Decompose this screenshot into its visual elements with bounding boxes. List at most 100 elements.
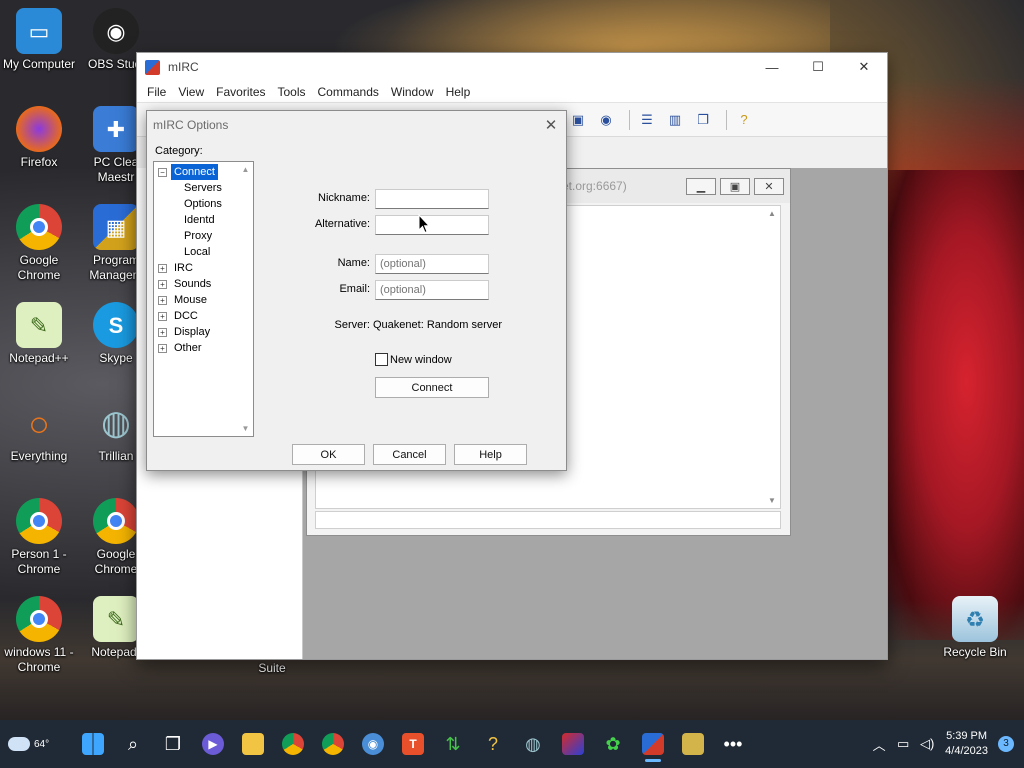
expand-icon[interactable]: + <box>158 344 167 353</box>
scroll-up-arrow-icon[interactable]: ▲ <box>768 209 776 218</box>
close-button[interactable]: ✕ <box>841 53 887 81</box>
tree-item-label: Mouse <box>174 294 208 306</box>
nickname-field[interactable] <box>375 189 489 209</box>
url-list-icon[interactable]: ◉ <box>595 109 617 131</box>
menu-tools[interactable]: Tools <box>272 85 312 99</box>
collapse-icon[interactable]: − <box>158 168 167 177</box>
dialog-titlebar[interactable]: mIRC Options ✕ <box>147 111 566 139</box>
tree-item-label: Other <box>174 342 202 354</box>
desktop-icon-notepadpp[interactable]: ✎ Notepad++ <box>0 302 78 366</box>
new-window-checkbox[interactable] <box>375 353 388 366</box>
notification-badge[interactable]: 3 <box>998 736 1014 752</box>
mirc-app-icon <box>145 59 160 75</box>
mirc-menubar: File View Favorites Tools Commands Windo… <box>137 81 887 103</box>
volume-icon[interactable]: ◁) <box>915 736 939 752</box>
desktop-icon-my-computer[interactable]: ▭ My Computer <box>0 8 78 72</box>
mirc-titlebar[interactable]: mIRC — ☐ ✕ <box>137 53 887 81</box>
desktop-icon-label: My Computer <box>2 57 76 71</box>
menu-window[interactable]: Window <box>385 85 440 99</box>
taskbar-app-paint[interactable] <box>553 724 593 764</box>
taskbar-app-blue[interactable]: ◉ <box>353 724 393 764</box>
desktop-icon-label: windows 11 - Chrome <box>4 645 74 674</box>
cancel-button[interactable]: Cancel <box>373 444 446 465</box>
status-input-field[interactable] <box>315 511 781 529</box>
dialog-close-icon[interactable]: ✕ <box>536 116 566 134</box>
clock[interactable]: 5:39 PM 4/4/2023 <box>945 729 988 759</box>
expand-icon[interactable]: + <box>158 328 167 337</box>
chat-icon: ▶ <box>202 733 224 755</box>
minimize-button[interactable]: — <box>749 53 795 81</box>
email-field[interactable] <box>375 280 489 300</box>
maximize-button[interactable]: ☐ <box>795 53 841 81</box>
mirc-options-dialog[interactable]: mIRC Options ✕ Category: − Connect Serve… <box>146 110 567 471</box>
expand-icon[interactable]: + <box>158 280 167 289</box>
chrome-icon <box>16 596 62 642</box>
chrome-icon <box>16 204 62 250</box>
name-label: Name: <box>337 257 370 269</box>
flower-icon: ✿ <box>605 733 621 754</box>
child-close-button[interactable]: ✕ <box>754 177 784 195</box>
cascade-icon[interactable]: ❐ <box>692 109 714 131</box>
chevron-up-icon[interactable]: ︿ <box>867 735 891 754</box>
scroll-down-arrow-icon[interactable]: ▼ <box>768 496 776 505</box>
taskbar-app-box[interactable] <box>673 724 713 764</box>
menu-help[interactable]: Help <box>440 85 477 99</box>
help-icon[interactable]: ? <box>733 109 755 131</box>
desktop-icon-recycle-bin[interactable]: ♻ Recycle Bin <box>936 596 1014 660</box>
taskbar-file-explorer[interactable] <box>233 724 273 764</box>
scroll-up-arrow-icon[interactable]: ▲ <box>242 165 250 174</box>
taskbar-task-view[interactable]: ❐ <box>153 724 193 764</box>
menu-favorites[interactable]: Favorites <box>210 85 271 99</box>
taskbar-overflow[interactable]: ••• <box>713 724 753 764</box>
scroll-down-arrow-icon[interactable]: ▼ <box>242 424 250 433</box>
connect-button[interactable]: Connect <box>375 377 489 398</box>
desktop-icon-suite[interactable]: Suite <box>233 661 311 676</box>
taskbar-app-t[interactable]: T <box>393 724 433 764</box>
name-field[interactable] <box>375 254 489 274</box>
menu-file[interactable]: File <box>141 85 172 99</box>
category-label: Category: <box>155 145 203 157</box>
status-scrollbar[interactable]: ▲ ▼ <box>764 206 780 508</box>
start-button[interactable] <box>73 724 113 764</box>
network-icon[interactable]: ▭ <box>891 736 915 752</box>
desktop-icon-person1-chrome[interactable]: Person 1 - Chrome <box>0 498 78 577</box>
help-button[interactable]: Help <box>454 444 527 465</box>
category-tree[interactable]: − Connect Servers Options Identd Proxy L… <box>153 161 254 437</box>
desktop-icon-everything[interactable]: ○ Everything <box>0 400 78 464</box>
alternative-nickname-field[interactable] <box>375 215 489 235</box>
expand-icon[interactable]: + <box>158 296 167 305</box>
expand-icon[interactable]: + <box>158 312 167 321</box>
ok-button[interactable]: OK <box>292 444 365 465</box>
menu-commands[interactable]: Commands <box>312 85 385 99</box>
tile-vertical-icon[interactable]: ▥ <box>664 109 686 131</box>
tile-horizontal-icon[interactable]: ☰ <box>636 109 658 131</box>
skype-icon: S <box>93 302 139 348</box>
desktop-icon-chrome[interactable]: Google Chrome <box>0 204 78 283</box>
tree-item-label: Servers <box>184 182 222 194</box>
desktop-icon-windows11-chrome[interactable]: windows 11 - Chrome <box>0 596 78 675</box>
taskbar-app-arrows[interactable]: ⇅ <box>433 724 473 764</box>
taskbar-chat[interactable]: ▶ <box>193 724 233 764</box>
tree-item-label: IRC <box>174 262 193 274</box>
channels-list-icon[interactable]: ▣ <box>567 109 589 131</box>
taskbar-chrome-profile[interactable] <box>313 724 353 764</box>
desktop-icon-firefox[interactable]: Firefox <box>0 106 78 170</box>
alternative-label: Alternative: <box>314 218 370 230</box>
search-icon: ⌕ <box>127 733 139 754</box>
server-label: Server: <box>334 319 370 331</box>
child-minimize-button[interactable]: ▁ <box>686 177 716 195</box>
tree-scrollbar[interactable]: ▲ ▼ <box>238 162 253 436</box>
taskbar-app-help[interactable]: ? <box>473 724 513 764</box>
nickname-label: Nickname: <box>318 192 370 204</box>
menu-view[interactable]: View <box>172 85 210 99</box>
taskbar-chrome[interactable] <box>273 724 313 764</box>
taskbar-search[interactable]: ⌕ <box>113 724 153 764</box>
taskbar-mirc[interactable] <box>633 724 673 764</box>
weather-widget[interactable]: 64° <box>0 737 70 751</box>
taskbar-trillian[interactable]: ◍ <box>513 724 553 764</box>
clock-date: 4/4/2023 <box>945 745 988 757</box>
taskbar-app-flower[interactable]: ✿ <box>593 724 633 764</box>
child-restore-button[interactable]: ▣ <box>720 177 750 195</box>
desktop-icon-label: Trillian <box>98 449 134 463</box>
expand-icon[interactable]: + <box>158 264 167 273</box>
